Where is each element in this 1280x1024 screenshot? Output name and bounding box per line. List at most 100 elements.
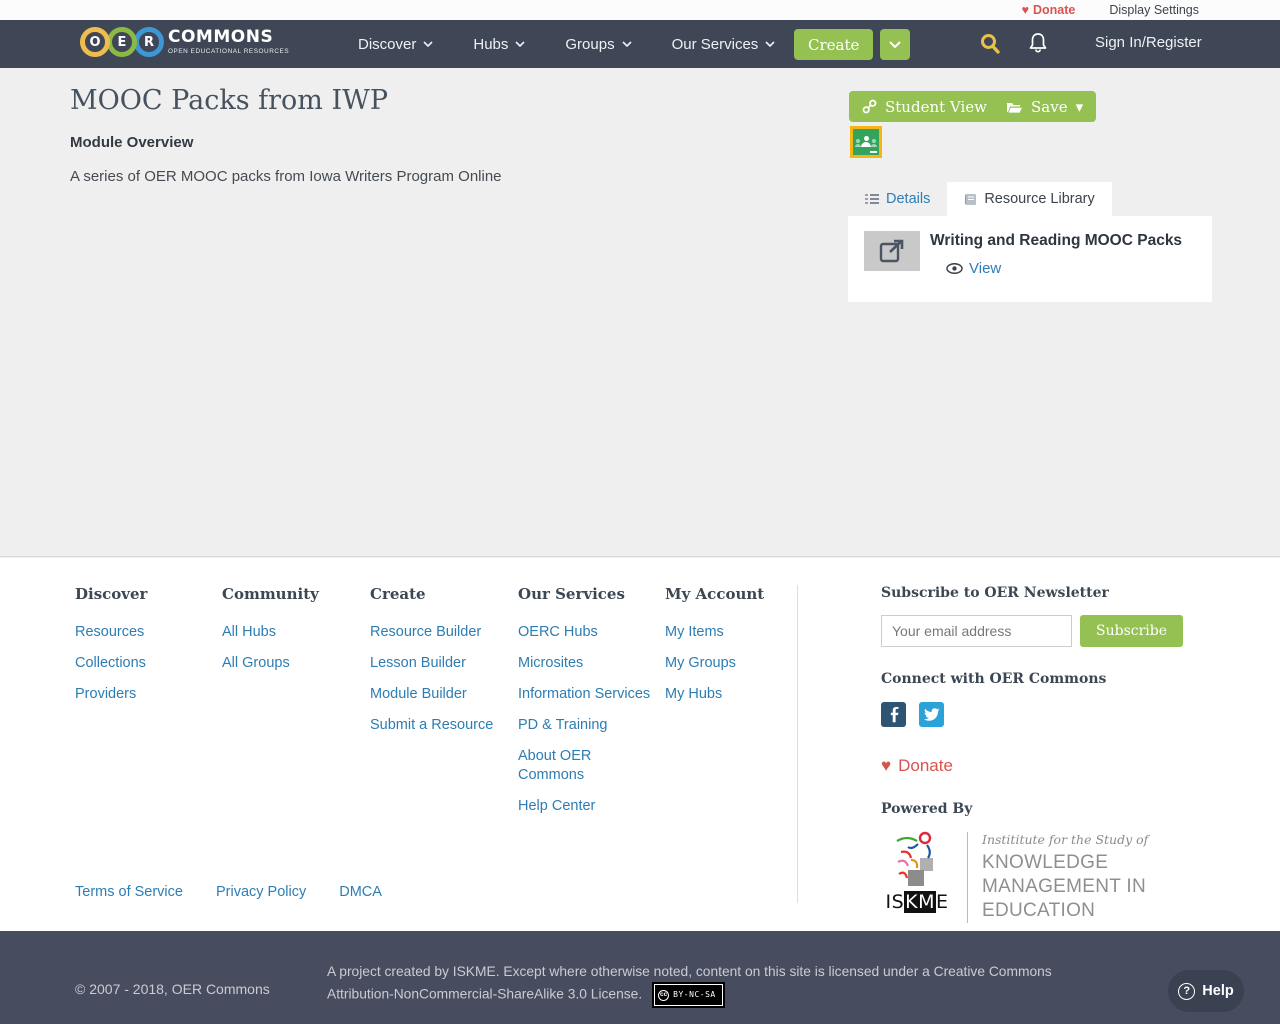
footer-link-my-hubs[interactable]: My Hubs xyxy=(665,685,803,704)
footer-link-microsites[interactable]: Microsites xyxy=(518,654,656,673)
footer-link-resource-builder[interactable]: Resource Builder xyxy=(370,623,508,642)
help-button[interactable]: ? Help xyxy=(1168,970,1244,1012)
module-description: A series of OER MOOC packs from Iowa Wri… xyxy=(70,168,502,185)
resource-library-panel: Writing and Reading MOOC Packs View xyxy=(848,216,1212,302)
tab-details[interactable]: Details xyxy=(848,182,947,216)
connect-heading: Connect with OER Commons xyxy=(881,671,1107,687)
footer-link-my-groups[interactable]: My Groups xyxy=(665,654,803,673)
iskme-wordmark: ISKME xyxy=(885,891,949,913)
logo-circle-e: E xyxy=(107,27,137,57)
caret-down-icon: ▾ xyxy=(1075,97,1084,116)
tab-resource-library[interactable]: Resource Library xyxy=(947,182,1112,216)
newsletter-email-input[interactable] xyxy=(881,615,1072,647)
nav-hubs[interactable]: Hubs xyxy=(473,36,525,53)
twitter-icon[interactable] xyxy=(919,702,944,727)
footer-link-information-services[interactable]: Information Services xyxy=(518,685,656,704)
footer-link-pd-training[interactable]: PD & Training xyxy=(518,716,656,735)
utility-bar: ♥ Donate Display Settings xyxy=(0,0,1280,20)
facebook-icon[interactable] xyxy=(881,702,906,727)
iskme-logo[interactable]: ISKME Instititute for the Study of KNOWL… xyxy=(881,830,1221,923)
copyright-text: © 2007 - 2018, OER Commons xyxy=(75,981,270,997)
footer-link-providers[interactable]: Providers xyxy=(75,685,213,704)
main-content: MOOC Packs from IWP Module Overview A se… xyxy=(0,68,1280,557)
bottom-bar: © 2007 - 2018, OER Commons A project cre… xyxy=(0,931,1280,1024)
search-icon[interactable] xyxy=(980,33,1000,59)
footer-link-all-hubs[interactable]: All Hubs xyxy=(222,623,360,642)
link-icon xyxy=(862,99,877,114)
dmca-link[interactable]: DMCA xyxy=(339,884,382,900)
footer-heading: Discover xyxy=(75,585,148,603)
footer-column-our-services: Our Services OERC Hubs Microsites Inform… xyxy=(518,585,656,828)
footer-divider xyxy=(797,585,798,903)
resource-tabs: Details Resource Library xyxy=(848,182,1112,216)
powered-by-heading: Powered By xyxy=(881,801,973,817)
footer-link-about-oer-commons[interactable]: About OER Commons xyxy=(518,747,656,785)
student-view-button[interactable]: Student View xyxy=(849,91,1000,122)
iskme-org-name: KNOWLEDGE MANAGEMENT IN EDUCATION xyxy=(982,852,1147,921)
nav-discover[interactable]: Discover xyxy=(358,36,433,53)
footer-heading: Community xyxy=(222,585,319,603)
google-classroom-icon[interactable] xyxy=(850,126,882,158)
footer-link-submit-resource[interactable]: Submit a Resource xyxy=(370,716,508,735)
legal-links: Terms of Service Privacy Policy DMCA xyxy=(75,884,382,900)
sign-in-register-link[interactable]: Sign In/Register xyxy=(1095,34,1202,51)
iskme-figure-icon xyxy=(896,831,933,886)
footer-heading: Create xyxy=(370,585,426,603)
footer-link-module-builder[interactable]: Module Builder xyxy=(370,685,508,704)
top-donate-link[interactable]: ♥ Donate xyxy=(1022,3,1076,17)
subscribe-button[interactable]: Subscribe xyxy=(1080,615,1184,647)
main-nav: Discover Hubs Groups Our Services xyxy=(358,20,775,68)
resource-view-link[interactable]: View xyxy=(946,260,1001,277)
list-icon xyxy=(865,194,879,204)
iskme-tagline: Instititute for the Study of xyxy=(982,832,1149,847)
create-button[interactable]: Create xyxy=(794,29,874,60)
footer-link-collections[interactable]: Collections xyxy=(75,654,213,673)
footer-donate-link[interactable]: ♥ Donate xyxy=(881,756,1221,776)
footer-link-help-center[interactable]: Help Center xyxy=(518,797,656,816)
book-icon xyxy=(965,193,977,205)
external-link-icon xyxy=(879,239,904,263)
logo-rings-icon: O E R xyxy=(80,27,164,57)
display-settings-link[interactable]: Display Settings xyxy=(1109,3,1199,17)
footer-link-oerc-hubs[interactable]: OERC Hubs xyxy=(518,623,656,642)
logo-subtitle: OPEN EDUCATIONAL RESOURCES xyxy=(168,47,290,55)
cc-by-nc-sa-badge[interactable]: cc BY-NC-SA xyxy=(652,982,725,1008)
eye-icon xyxy=(946,263,963,274)
footer-link-my-items[interactable]: My Items xyxy=(665,623,803,642)
module-overview-heading: Module Overview xyxy=(70,134,194,151)
resource-thumbnail[interactable] xyxy=(864,231,920,271)
footer-right-section: Subscribe to OER Newsletter Subscribe Co… xyxy=(881,585,1221,923)
resource-title[interactable]: Writing and Reading MOOC Packs xyxy=(930,232,1182,250)
footer-link-all-groups[interactable]: All Groups xyxy=(222,654,360,673)
footer-heading: My Account xyxy=(665,585,765,603)
footer-column-my-account: My Account My Items My Groups My Hubs xyxy=(665,585,803,716)
privacy-policy-link[interactable]: Privacy Policy xyxy=(216,884,306,900)
footer-column-discover: Discover Resources Collections Providers xyxy=(75,585,213,716)
main-header: O E R COMMONS OPEN EDUCATIONAL RESOURCES… xyxy=(0,20,1280,68)
folder-icon xyxy=(1007,102,1022,113)
chevron-down-icon xyxy=(889,40,902,48)
notifications-bell-icon[interactable] xyxy=(1028,32,1048,60)
iskme-divider xyxy=(967,832,968,923)
terms-of-service-link[interactable]: Terms of Service xyxy=(75,884,183,900)
footer-column-community: Community All Hubs All Groups xyxy=(222,585,360,685)
oer-commons-logo[interactable]: O E R COMMONS OPEN EDUCATIONAL RESOURCES xyxy=(80,27,289,57)
footer-link-lesson-builder[interactable]: Lesson Builder xyxy=(370,654,508,673)
logo-circle-r: R xyxy=(134,27,164,57)
footer-link-resources[interactable]: Resources xyxy=(75,623,213,642)
create-dropdown-button[interactable] xyxy=(880,29,911,60)
chevron-down-icon xyxy=(765,41,775,47)
heart-icon: ♥ xyxy=(881,756,892,775)
footer-column-create: Create Resource Builder Lesson Builder M… xyxy=(370,585,508,747)
nav-our-services[interactable]: Our Services xyxy=(672,36,776,53)
license-text: A project created by ISKME. Except where… xyxy=(327,962,1057,1008)
logo-circle-o: O xyxy=(80,27,110,57)
chevron-down-icon xyxy=(515,41,525,47)
newsletter-heading: Subscribe to OER Newsletter xyxy=(881,585,1109,601)
save-button[interactable]: Save ▾ xyxy=(993,91,1097,122)
nav-groups[interactable]: Groups xyxy=(565,36,632,53)
chevron-down-icon xyxy=(423,41,433,47)
cc-icon: cc xyxy=(658,989,670,1001)
footer-heading: Our Services xyxy=(518,585,625,603)
question-circle-icon: ? xyxy=(1178,982,1196,1000)
